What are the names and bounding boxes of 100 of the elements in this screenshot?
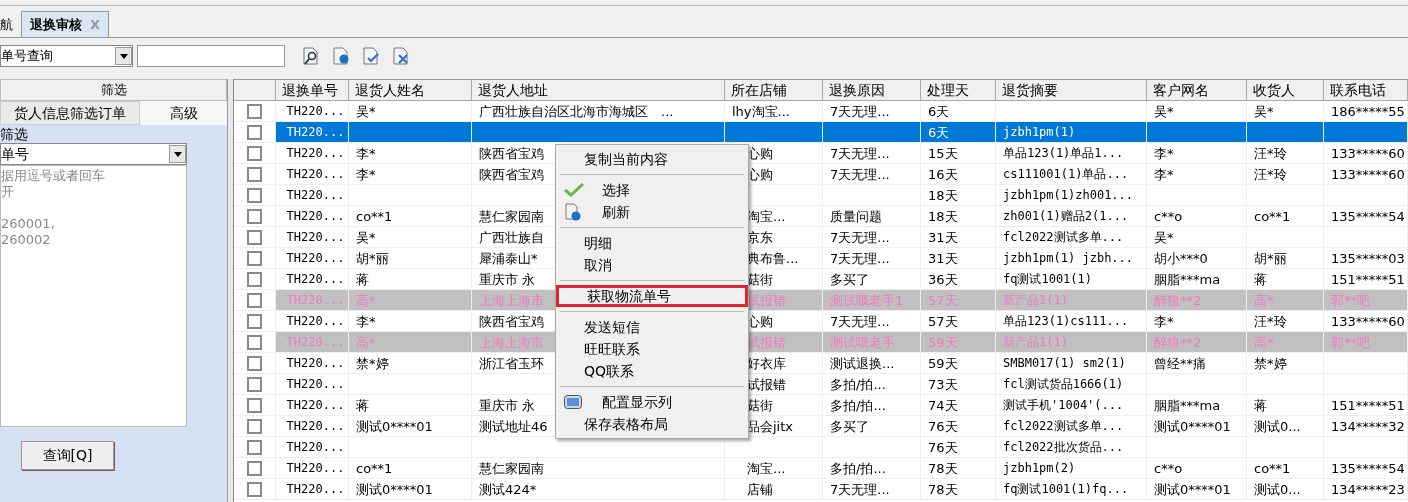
table-cell: TH220...	[276, 479, 349, 499]
column-header[interactable]: 收货人	[1247, 80, 1324, 100]
table-cell: jzbh1pm(1)	[996, 122, 1147, 142]
table-cell: co**1	[349, 458, 472, 478]
row-checkbox[interactable]	[247, 439, 262, 455]
table-cell: 醉狼**2	[1147, 332, 1247, 352]
table-cell: 曾经**痛	[1147, 353, 1247, 373]
query-type-dropdown[interactable]: 单号查询	[0, 45, 133, 67]
table-cell: 高*	[1247, 290, 1324, 310]
menu-item[interactable]: 获取物流单号	[556, 285, 748, 307]
row-checkbox[interactable]	[247, 397, 262, 413]
search-field[interactable]	[137, 45, 285, 67]
table-cell: 禁*婷	[349, 353, 472, 373]
table-cell: 胡小***0	[1147, 248, 1247, 268]
table-cell: TH220...	[276, 437, 349, 457]
table-cell: 133*****60	[1324, 143, 1408, 163]
column-header[interactable]: 处理天	[921, 80, 996, 100]
row-checkbox[interactable]	[247, 229, 262, 245]
table-cell: co**1	[1247, 206, 1324, 226]
table-cell: TH220...	[276, 164, 349, 184]
table-cell: 16天	[921, 164, 996, 184]
field-dropdown[interactable]: 单号	[0, 143, 187, 165]
row-checkbox[interactable]	[247, 124, 262, 140]
table-cell: 134*****23	[1324, 479, 1408, 499]
row-checkbox[interactable]	[247, 376, 262, 392]
dropdown-caret-icon[interactable]	[169, 145, 186, 163]
table-cell: SMBM017(1) sm2(1)	[996, 353, 1147, 373]
column-header[interactable]: 所在店铺	[725, 80, 823, 100]
table-cell: 禁*婷	[1247, 353, 1324, 373]
document-check-icon[interactable]	[361, 46, 381, 66]
table-cell: 李*	[1147, 143, 1247, 163]
query-button[interactable]: 查询[Q]	[21, 441, 114, 470]
table-cell: 7天无理...	[823, 479, 921, 499]
table-cell: 广西壮族自治区北海市海城区 ...	[472, 101, 725, 121]
table-cell: c**o	[1147, 206, 1247, 226]
dropdown-caret-icon[interactable]	[115, 47, 132, 65]
table-cell: 31天	[921, 248, 996, 268]
column-header[interactable]: 客户网名	[1147, 80, 1247, 100]
row-checkbox[interactable]	[247, 313, 262, 329]
table-cell: 李*	[349, 311, 472, 331]
table-cell: 新产品1(1)	[996, 332, 1147, 352]
row-checkbox[interactable]	[247, 208, 262, 224]
row-checkbox[interactable]	[247, 187, 262, 203]
table-cell: TH220...	[276, 185, 349, 205]
row-checkbox[interactable]	[247, 145, 262, 161]
table-cell: cs111001(1)单品...	[996, 164, 1147, 184]
tab[interactable]: 航	[0, 13, 21, 37]
table-cell: 测试哦老手1	[823, 290, 921, 310]
table-cell: 15天	[921, 143, 996, 163]
table-cell: fcl2022测试多单...	[996, 227, 1147, 247]
row-checkbox[interactable]	[247, 355, 262, 371]
table-cell: co**1	[349, 206, 472, 226]
row-checkbox[interactable]	[247, 460, 262, 476]
table-cell: 高*	[349, 290, 472, 310]
table-cell: 57天	[921, 311, 996, 331]
filter-textarea[interactable]: 据用逗号或者回车 开 260001, 260002	[0, 165, 187, 427]
search-icon[interactable]	[301, 46, 321, 66]
table-cell: 6天	[921, 122, 996, 142]
table-cell: TH220...	[276, 122, 349, 142]
row-checkbox[interactable]	[247, 418, 262, 434]
document-globe-icon[interactable]	[331, 46, 351, 66]
table-cell: 多拍/拍...	[823, 395, 921, 415]
table-cell: 胭脂***ma	[1147, 269, 1247, 289]
column-header[interactable]: 退换原因	[823, 80, 921, 100]
column-header[interactable]: 退货人地址	[472, 80, 725, 100]
panel-tab[interactable]: 高级	[140, 101, 227, 125]
column-header[interactable]: 退货人姓名	[349, 80, 472, 100]
table-cell: TH220...	[276, 311, 349, 331]
table-cell: 测试0...	[1247, 416, 1324, 436]
table-cell: 135*****54	[1324, 458, 1408, 478]
table-cell: fcl2022批次货品...	[996, 437, 1147, 457]
row-checkbox[interactable]	[247, 250, 262, 266]
row-checkbox[interactable]	[247, 334, 262, 350]
column-header[interactable]: 退换单号	[276, 80, 349, 100]
table-cell: lhy淘宝...	[725, 101, 823, 121]
tab[interactable]: 退换审核 X	[21, 11, 110, 37]
table-cell: 吴*	[1247, 101, 1324, 121]
table-cell: 135*****03	[1324, 248, 1408, 268]
document-x-icon[interactable]	[391, 46, 411, 66]
group-label: 筛选	[0, 125, 29, 143]
row-checkbox[interactable]	[247, 292, 262, 308]
table-cell: TH220...	[276, 416, 349, 436]
table-cell: 李*	[349, 143, 472, 163]
table-cell: 测试哦老手	[823, 332, 921, 352]
table-cell: 吴*	[349, 101, 472, 121]
table-cell: fcl测试货品1666(1)	[996, 374, 1147, 394]
table-cell: 7天无理...	[823, 311, 921, 331]
row-checkbox[interactable]	[247, 271, 262, 287]
panel-tab[interactable]: 货人信息筛选订单	[0, 101, 140, 125]
check-icon	[564, 183, 584, 197]
table-cell: 测试手机'1004'(...	[996, 395, 1147, 415]
row-checkbox[interactable]	[247, 103, 262, 119]
column-header[interactable]: 退货摘要	[996, 80, 1147, 100]
table-cell: 36天	[921, 269, 996, 289]
row-checkbox[interactable]	[247, 166, 262, 182]
table-cell: 郭**吧	[1324, 290, 1408, 310]
row-highlight[interactable]: TH220... 6天 jzbh1pm(1)	[276, 122, 1408, 142]
row-checkbox[interactable]	[247, 481, 262, 497]
column-header[interactable]: 联系电话	[1324, 80, 1408, 100]
table-cell: 多拍/拍...	[823, 458, 921, 478]
